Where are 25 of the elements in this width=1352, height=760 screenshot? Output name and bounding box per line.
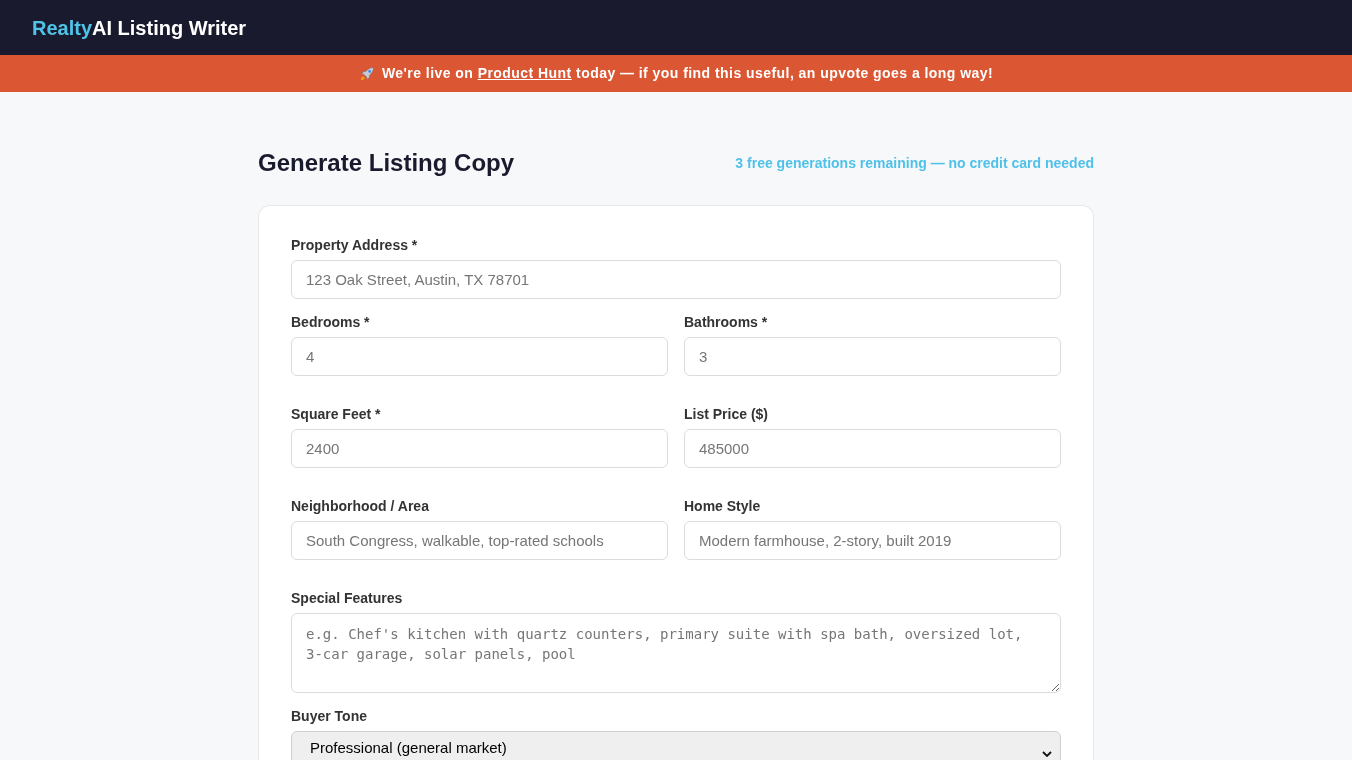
input-field[interactable]: 4 xyxy=(291,337,668,376)
field-label: Buyer Tone xyxy=(291,707,368,726)
page-title: Generate Listing Copy xyxy=(258,148,515,178)
input-field[interactable]: 123 Oak Street, Austin, TX 78701 xyxy=(291,260,1061,299)
rocket-icon xyxy=(358,65,375,82)
field-label: Bathrooms * xyxy=(684,313,769,332)
tone-dropdown[interactable]: Professional (general market) xyxy=(291,731,1061,760)
input-field[interactable]: 485000 xyxy=(684,429,1061,468)
input-field[interactable]: 3 xyxy=(684,337,1061,376)
field-label: Property Address * xyxy=(291,236,419,255)
text-area[interactable]: e.g. Chef's kitchen with quartz counters, primary suite with spa bath, oversized lot, 3-car garage, solar panels, pool xyxy=(291,613,1061,693)
field-label: List Price ($) xyxy=(684,405,770,424)
input-field[interactable]: 2400 xyxy=(291,429,668,468)
input-field[interactable]: Modern farmhouse, 2-story, built 2019 xyxy=(684,521,1061,560)
chevron-down-icon xyxy=(1042,751,1052,757)
quota-note: 3 free generations remaining — no credit card needed xyxy=(735,153,1094,173)
announcement-text: We're live on Product Hunt today — if you find this useful, an upvote goes a long way! xyxy=(381,64,994,83)
product-link[interactable]: Product Hunt xyxy=(477,65,572,81)
field-label: Special Features xyxy=(291,589,404,608)
input-field[interactable]: South Congress, walkable, top-rated schools xyxy=(291,521,668,560)
field-label: Home Style xyxy=(684,497,762,516)
field-label: Neighborhood / Area xyxy=(291,497,430,516)
field-label: Bedrooms * xyxy=(291,313,371,332)
app-title: RealtyAI Listing Writer xyxy=(32,15,247,41)
field-label: Square Feet * xyxy=(291,405,382,424)
